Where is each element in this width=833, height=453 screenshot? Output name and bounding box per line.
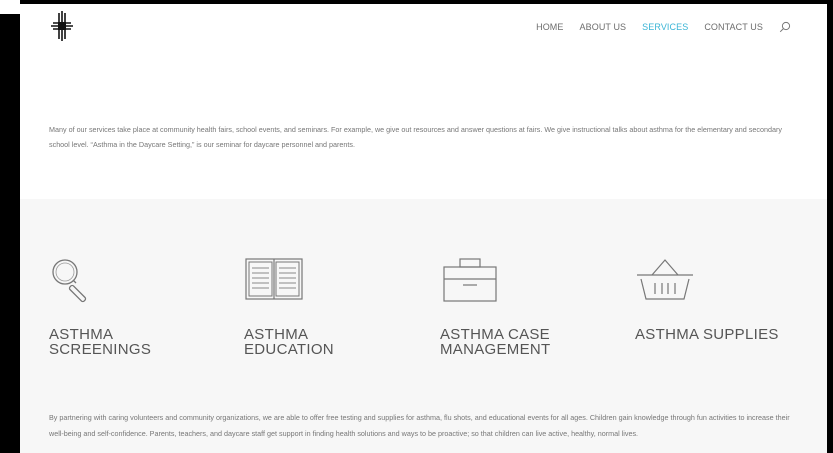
basket-icon xyxy=(637,259,693,300)
intro-paragraph: Many of our services take place at commu… xyxy=(49,125,782,150)
page: HOME ABOUT US SERVICES CONTACT US Many o… xyxy=(20,4,827,453)
service-title-line: ASTHMA SUPPLIES xyxy=(635,326,779,343)
briefcase-icon xyxy=(443,258,497,302)
service-title-line: ASTHMA CASE xyxy=(440,326,550,343)
main-nav: HOME ABOUT US SERVICES CONTACT US xyxy=(536,21,791,33)
service-asthma-education: ASTHMA EDUCATION xyxy=(244,255,424,357)
magnifier-icon xyxy=(52,259,87,303)
service-title-line: EDUCATION xyxy=(244,341,334,358)
zia-logo[interactable] xyxy=(50,10,74,42)
service-title-line: SCREENINGS xyxy=(49,341,152,358)
service-title-line: ASTHMA xyxy=(49,326,114,343)
services-section: ASTHMA SCREENINGS ASTHMA EDUCATION ASTHM… xyxy=(20,199,827,453)
service-title-line: MANAGEMENT xyxy=(440,341,551,358)
outro-paragraph: By partnering with caring volunteers and… xyxy=(49,413,790,438)
service-title: ASTHMA SUPPLIES xyxy=(635,327,815,342)
service-asthma-case-management: ASTHMA CASE MANAGEMENT xyxy=(440,255,620,357)
search-icon[interactable] xyxy=(779,21,791,33)
service-title: ASTHMA EDUCATION xyxy=(244,327,424,357)
window-corner xyxy=(0,0,20,14)
nav-home[interactable]: HOME xyxy=(536,22,563,32)
service-title: ASTHMA CASE MANAGEMENT xyxy=(440,327,620,357)
service-title-line: ASTHMA xyxy=(244,326,309,343)
service-title: ASTHMA SCREENINGS xyxy=(49,327,229,357)
nav-services[interactable]: SERVICES xyxy=(642,22,688,32)
nav-contact-us[interactable]: CONTACT US xyxy=(704,22,763,32)
nav-about-us[interactable]: ABOUT US xyxy=(580,22,627,32)
site-header: HOME ABOUT US SERVICES CONTACT US xyxy=(20,4,827,54)
book-icon xyxy=(245,258,303,300)
service-asthma-supplies: ASTHMA SUPPLIES xyxy=(635,255,815,342)
service-asthma-screenings: ASTHMA SCREENINGS xyxy=(49,255,229,357)
